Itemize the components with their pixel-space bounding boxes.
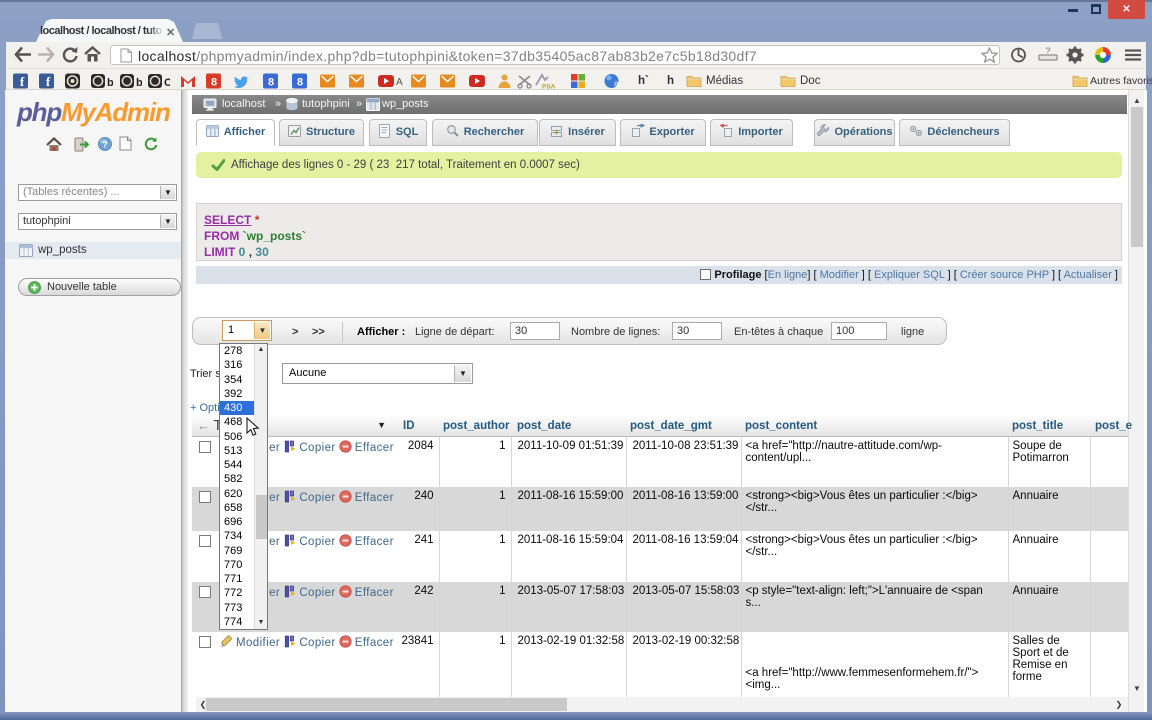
svg-text:8: 8: [297, 77, 303, 89]
svg-text:f: f: [20, 74, 25, 89]
svg-text:8: 8: [211, 77, 217, 89]
svg-text:8: 8: [268, 77, 274, 89]
svg-text:A: A: [396, 77, 403, 88]
svg-text:b: b: [136, 77, 142, 89]
svg-text:b: b: [107, 77, 113, 89]
svg-text:a: a: [614, 79, 619, 88]
svg-text:?: ?: [102, 140, 108, 150]
svg-text:f: f: [46, 74, 51, 89]
svg-text:C: C: [164, 77, 170, 89]
